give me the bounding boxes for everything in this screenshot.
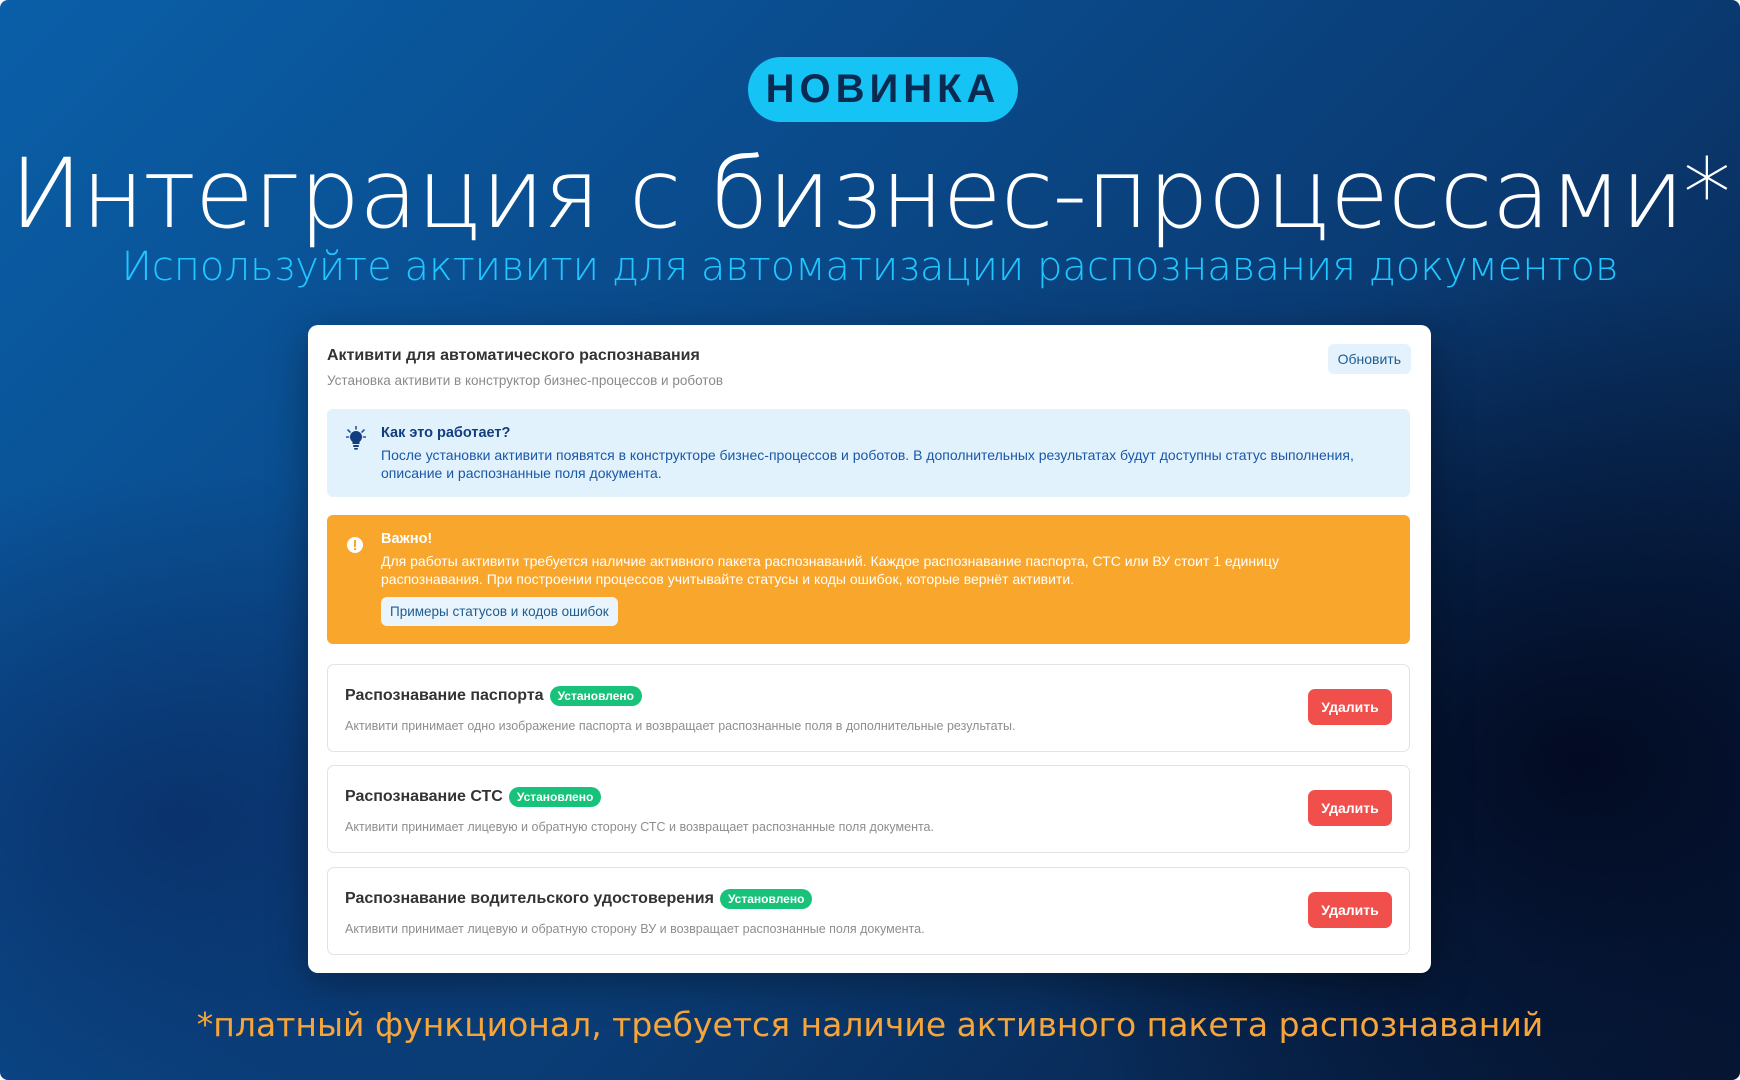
panel-subtitle: Установка активити в конструктор бизнес-…	[327, 373, 724, 388]
delete-button[interactable]: Удалить	[1308, 689, 1392, 725]
activity-description: Активити принимает лицевую и обратную ст…	[345, 922, 925, 936]
activity-title-row: Распознавание паспорта Установлено	[345, 686, 643, 706]
alert-circle-icon	[347, 537, 363, 553]
activity-title: Распознавание СТС	[345, 788, 503, 805]
activity-title-row: Распознавание СТС Установлено	[345, 787, 602, 807]
delete-button[interactable]: Удалить	[1308, 892, 1392, 928]
panel-title: Активити для автоматического распознаван…	[327, 347, 700, 364]
activity-item-sts: Распознавание СТС Установлено Активити п…	[327, 765, 1410, 853]
status-badge: Установлено	[719, 889, 813, 909]
activities-panel: Активити для автоматического распознаван…	[308, 325, 1431, 973]
activity-description: Активити принимает одно изображение пасп…	[345, 719, 1016, 733]
warning-text: Для работы активити требуется наличие ак…	[381, 553, 1279, 587]
delete-button[interactable]: Удалить	[1308, 790, 1392, 826]
warning-title: Важно!	[381, 531, 433, 547]
headline: Интеграция с бизнес-процессами*	[9, 138, 1731, 250]
refresh-button[interactable]: Обновить	[1327, 344, 1411, 374]
status-badge: Установлено	[549, 686, 643, 706]
promo-banner: НОВИНКА Интеграция с бизнес-процессами* …	[0, 0, 1740, 1080]
lightbulb-icon	[346, 426, 366, 450]
error-codes-examples-button[interactable]: Примеры статусов и кодов ошибок	[381, 597, 618, 626]
info-notice: Как это работает? После установки активи…	[327, 409, 1410, 497]
new-badge: НОВИНКА	[748, 57, 1018, 122]
subheadline: Используйте активити для автоматизации р…	[121, 244, 1619, 290]
activity-title: Распознавание паспорта	[345, 687, 544, 704]
activity-item-driver-license: Распознавание водительского удостоверени…	[327, 867, 1410, 955]
activity-description: Активити принимает лицевую и обратную ст…	[345, 820, 934, 834]
footnote: *платный функционал, требуется наличие а…	[196, 1005, 1544, 1044]
info-text: После установки активити появятся в конс…	[381, 447, 1354, 481]
activity-title: Распознавание водительского удостоверени…	[345, 890, 714, 907]
warning-notice: Важно! Для работы активити требуется нал…	[327, 515, 1410, 644]
status-badge: Установлено	[508, 787, 602, 807]
info-title: Как это работает?	[381, 425, 511, 441]
activity-title-row: Распознавание водительского удостоверени…	[345, 889, 813, 909]
activity-item-passport: Распознавание паспорта Установлено Актив…	[327, 664, 1410, 752]
